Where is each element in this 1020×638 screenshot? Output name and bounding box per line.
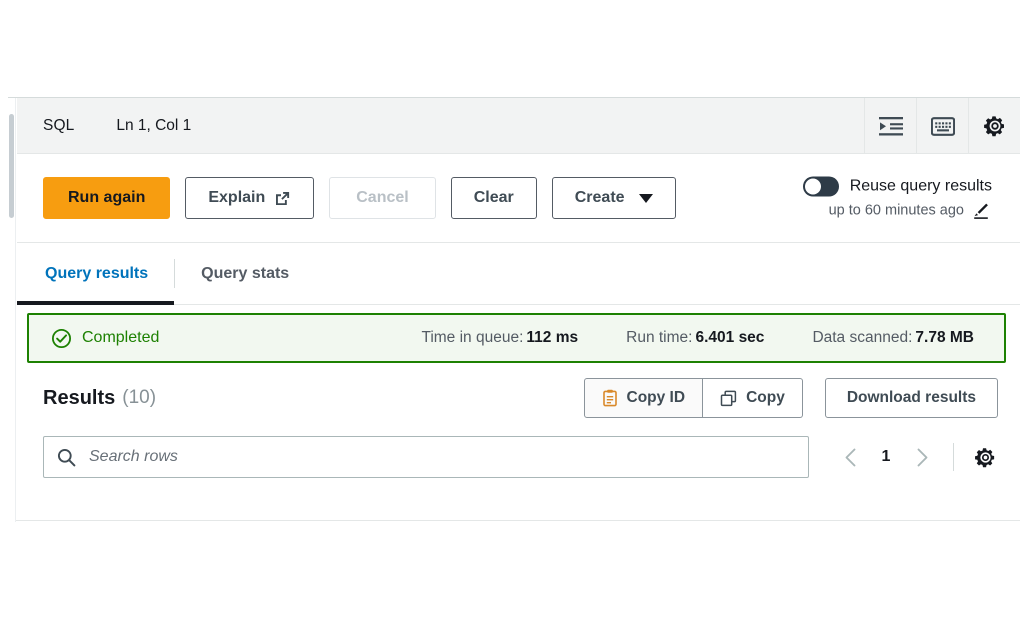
- metric-run-time-label: Run time:: [626, 329, 693, 346]
- create-dropdown-button[interactable]: Create: [551, 177, 676, 219]
- external-link-icon: [274, 190, 291, 207]
- results-tabs: Query results Query stats: [16, 243, 1020, 305]
- cursor-position-label: Ln 1, Col 1: [116, 116, 192, 134]
- toggle-knob: [804, 178, 821, 195]
- metric-run-time-value: 6.401 sec: [695, 329, 765, 346]
- metric-data-scanned-value: 7.78 MB: [915, 329, 974, 346]
- pagination-controls: 1: [833, 439, 1006, 475]
- pagination-divider: [953, 443, 954, 471]
- editor-settings-button[interactable]: [968, 98, 1020, 154]
- gear-icon: [983, 114, 1007, 138]
- metric-data-scanned-label: Data scanned:: [812, 329, 913, 346]
- reuse-query-results-label: Reuse query results: [849, 177, 992, 195]
- explain-button[interactable]: Explain: [185, 177, 315, 219]
- check-circle-icon: [51, 328, 72, 349]
- query-action-toolbar: Run again Explain Cancel Clear Create Re…: [17, 154, 1020, 243]
- tab-query-stats-label: Query stats: [201, 264, 290, 282]
- search-box[interactable]: [43, 436, 809, 478]
- query-status-banner: Completed Time in queue: 112 ms Run time:…: [27, 313, 1006, 363]
- athena-query-editor-panel: SQL Ln 1, Col 1 Run again Explain Cancel…: [8, 97, 1020, 522]
- panel-content: SQL Ln 1, Col 1 Run again Explain Cancel…: [16, 98, 1020, 520]
- keyboard-shortcuts-icon: [930, 116, 955, 137]
- search-rows-input[interactable]: [87, 447, 795, 467]
- clear-button[interactable]: Clear: [450, 177, 537, 219]
- copy-duplicate-icon: [720, 390, 737, 407]
- results-action-buttons: Copy ID Copy Download results: [583, 378, 998, 418]
- tab-query-stats[interactable]: Query stats: [199, 243, 291, 304]
- status-indicator: Completed: [51, 328, 159, 349]
- pagination-previous-button[interactable]: [833, 439, 867, 475]
- keyboard-shortcuts-button[interactable]: [916, 98, 968, 154]
- chevron-right-icon: [916, 448, 929, 467]
- status-label: Completed: [82, 329, 160, 346]
- download-results-button[interactable]: Download results: [824, 378, 998, 418]
- caret-down-icon: [638, 193, 653, 203]
- reuse-query-results-control: Reuse query results up to 60 minutes ago: [802, 176, 992, 220]
- copy-id-button[interactable]: Copy ID: [583, 378, 704, 418]
- format-indent-icon: [878, 116, 903, 137]
- chevron-left-icon: [844, 448, 857, 467]
- editor-toolbar-icons: [864, 98, 1020, 154]
- screenshot-root: SQL Ln 1, Col 1 Run again Explain Cancel…: [0, 0, 1020, 638]
- gear-icon: [974, 446, 997, 469]
- metric-time-in-queue-value: 112 ms: [526, 329, 579, 346]
- reuse-query-results-toggle[interactable]: [802, 176, 839, 197]
- clipboard-icon: [602, 389, 618, 407]
- results-search-row: 1: [17, 429, 1020, 485]
- copy-button[interactable]: Copy: [703, 378, 803, 418]
- reuse-duration-label: up to 60 minutes ago: [828, 202, 964, 219]
- copy-label: Copy: [746, 389, 785, 406]
- explain-button-label: Explain: [208, 189, 266, 206]
- vertical-scrollbar-thumb[interactable]: [9, 114, 14, 218]
- pagination-page-1[interactable]: 1: [869, 448, 903, 466]
- format-indent-button[interactable]: [864, 98, 916, 154]
- cancel-button: Cancel: [329, 177, 436, 219]
- tab-query-results-label: Query results: [45, 264, 149, 282]
- results-preferences-button[interactable]: [968, 439, 1002, 475]
- pencil-edit-icon[interactable]: [972, 202, 990, 220]
- tab-divider: [174, 259, 176, 288]
- copy-button-group: Copy ID Copy: [583, 378, 803, 418]
- results-header: Results (10) Copy ID Copy Download resul…: [17, 367, 1020, 429]
- results-title: Results: [43, 386, 116, 409]
- reuse-duration-row: up to 60 minutes ago: [829, 202, 990, 220]
- results-count: (10): [122, 387, 157, 408]
- pagination-next-button[interactable]: [905, 439, 939, 475]
- query-metrics: Time in queue: 112 ms Run time: 6.401 sec …: [421, 329, 982, 347]
- metric-data-scanned: Data scanned: 7.78 MB: [812, 329, 974, 347]
- copy-id-label: Copy ID: [626, 389, 686, 406]
- sql-editor-status-bar: SQL Ln 1, Col 1: [17, 98, 1020, 154]
- tab-query-results[interactable]: Query results: [16, 243, 175, 305]
- metric-time-in-queue-label: Time in queue:: [421, 329, 524, 346]
- sql-language-label: SQL: [43, 116, 75, 134]
- metric-run-time: Run time: 6.401 sec: [626, 329, 764, 347]
- metric-time-in-queue: Time in queue: 112 ms: [421, 329, 578, 347]
- reuse-toggle-row: Reuse query results: [802, 176, 992, 197]
- vertical-scrollbar[interactable]: [8, 98, 16, 522]
- run-again-button[interactable]: Run again: [43, 177, 171, 219]
- create-button-label: Create: [574, 189, 625, 206]
- search-icon: [57, 448, 76, 467]
